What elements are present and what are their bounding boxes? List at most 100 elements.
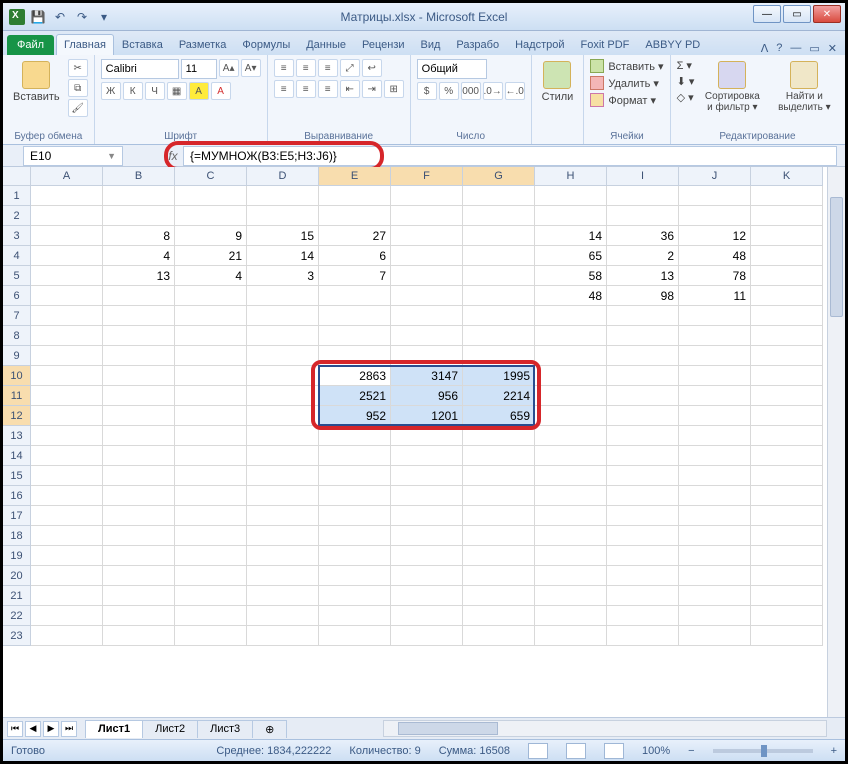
workbook-restore-icon[interactable]: ▭: [809, 42, 819, 55]
cell-K6[interactable]: [751, 286, 823, 306]
cell-K4[interactable]: [751, 246, 823, 266]
tab-review[interactable]: Рецензи: [354, 34, 413, 55]
view-pagebreak-button[interactable]: [604, 743, 624, 759]
cell-A8[interactable]: [31, 326, 103, 346]
sheet-nav-prev[interactable]: ◀: [25, 721, 41, 737]
tab-insert[interactable]: Вставка: [114, 34, 171, 55]
ribbon-minimize-icon[interactable]: ᐱ: [761, 42, 769, 55]
cell-J11[interactable]: [679, 386, 751, 406]
cell-K10[interactable]: [751, 366, 823, 386]
cell-C5[interactable]: 4: [175, 266, 247, 286]
cell-G18[interactable]: [463, 526, 535, 546]
currency-button[interactable]: $: [417, 82, 437, 100]
orientation-button[interactable]: ⤢: [340, 59, 360, 77]
name-box[interactable]: E10 ▼: [23, 146, 123, 166]
cell-A18[interactable]: [31, 526, 103, 546]
cell-E8[interactable]: [319, 326, 391, 346]
cell-E13[interactable]: [319, 426, 391, 446]
cell-K13[interactable]: [751, 426, 823, 446]
increase-indent-button[interactable]: ⇥: [362, 80, 382, 98]
cell-A15[interactable]: [31, 466, 103, 486]
maximize-button[interactable]: ▭: [783, 5, 811, 23]
cell-B2[interactable]: [103, 206, 175, 226]
cell-B11[interactable]: [103, 386, 175, 406]
cell-I23[interactable]: [607, 626, 679, 646]
underline-button[interactable]: Ч: [145, 82, 165, 100]
minimize-button[interactable]: —: [753, 5, 781, 23]
cell-C6[interactable]: [175, 286, 247, 306]
cell-D5[interactable]: 3: [247, 266, 319, 286]
cell-A23[interactable]: [31, 626, 103, 646]
tab-data[interactable]: Данные: [298, 34, 354, 55]
cell-K5[interactable]: [751, 266, 823, 286]
col-header-B[interactable]: B: [103, 167, 175, 186]
cell-A2[interactable]: [31, 206, 103, 226]
cell-F22[interactable]: [391, 606, 463, 626]
cell-C11[interactable]: [175, 386, 247, 406]
cell-J4[interactable]: 48: [679, 246, 751, 266]
cell-H10[interactable]: [535, 366, 607, 386]
cell-H7[interactable]: [535, 306, 607, 326]
cell-D23[interactable]: [247, 626, 319, 646]
cell-J17[interactable]: [679, 506, 751, 526]
cell-E1[interactable]: [319, 186, 391, 206]
cell-G15[interactable]: [463, 466, 535, 486]
cell-E22[interactable]: [319, 606, 391, 626]
cell-J18[interactable]: [679, 526, 751, 546]
row-header-17[interactable]: 17: [3, 506, 31, 526]
horizontal-scrollbar[interactable]: [383, 720, 827, 737]
cell-D3[interactable]: 15: [247, 226, 319, 246]
cell-D19[interactable]: [247, 546, 319, 566]
row-header-19[interactable]: 19: [3, 546, 31, 566]
cell-C1[interactable]: [175, 186, 247, 206]
fill-button[interactable]: ⬇ ▾: [677, 75, 695, 88]
cell-E7[interactable]: [319, 306, 391, 326]
row-header-5[interactable]: 5: [3, 266, 31, 286]
cell-E14[interactable]: [319, 446, 391, 466]
cell-B9[interactable]: [103, 346, 175, 366]
cell-D8[interactable]: [247, 326, 319, 346]
cell-E18[interactable]: [319, 526, 391, 546]
cell-C3[interactable]: 9: [175, 226, 247, 246]
cell-F23[interactable]: [391, 626, 463, 646]
cell-G21[interactable]: [463, 586, 535, 606]
cell-H14[interactable]: [535, 446, 607, 466]
cell-D18[interactable]: [247, 526, 319, 546]
paste-button[interactable]: Вставить: [9, 59, 64, 105]
sort-filter-button[interactable]: Сортировка и фильтр ▾: [698, 59, 766, 115]
cell-I4[interactable]: 2: [607, 246, 679, 266]
cell-E6[interactable]: [319, 286, 391, 306]
cell-H15[interactable]: [535, 466, 607, 486]
view-layout-button[interactable]: [566, 743, 586, 759]
qat-undo-button[interactable]: ↶: [51, 8, 69, 26]
cell-I6[interactable]: 98: [607, 286, 679, 306]
qat-customize[interactable]: ▾: [95, 8, 113, 26]
cell-I1[interactable]: [607, 186, 679, 206]
cell-H13[interactable]: [535, 426, 607, 446]
cell-I11[interactable]: [607, 386, 679, 406]
workbook-close-icon[interactable]: ✕: [828, 42, 837, 55]
cell-G4[interactable]: [463, 246, 535, 266]
cell-F1[interactable]: [391, 186, 463, 206]
cell-B21[interactable]: [103, 586, 175, 606]
cell-J19[interactable]: [679, 546, 751, 566]
cell-I16[interactable]: [607, 486, 679, 506]
cell-D22[interactable]: [247, 606, 319, 626]
cell-E10[interactable]: 2863: [319, 366, 391, 386]
cells-area[interactable]: 8915271436124211466524813437581378489811…: [31, 186, 827, 717]
cell-K3[interactable]: [751, 226, 823, 246]
zoom-slider[interactable]: [713, 749, 813, 753]
cell-H21[interactable]: [535, 586, 607, 606]
cell-G14[interactable]: [463, 446, 535, 466]
cell-I18[interactable]: [607, 526, 679, 546]
shrink-font-button[interactable]: A▾: [241, 59, 261, 77]
cell-F9[interactable]: [391, 346, 463, 366]
cell-K16[interactable]: [751, 486, 823, 506]
cell-J13[interactable]: [679, 426, 751, 446]
sheet-tab-new[interactable]: ⊕: [252, 720, 287, 738]
find-select-button[interactable]: Найти и выделить ▾: [770, 59, 838, 115]
cell-H2[interactable]: [535, 206, 607, 226]
cell-I7[interactable]: [607, 306, 679, 326]
cell-H8[interactable]: [535, 326, 607, 346]
cell-C8[interactable]: [175, 326, 247, 346]
